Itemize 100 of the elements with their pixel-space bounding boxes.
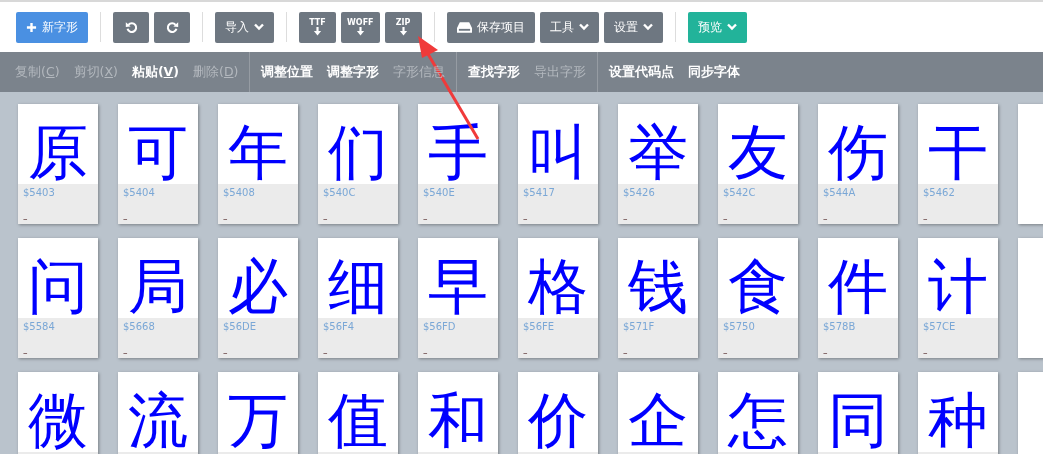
- glyph-card[interactable]: 食 $5750 –: [718, 238, 798, 358]
- glyph-code: $5417: [523, 187, 556, 198]
- glyph-card[interactable]: 原 $5403 –: [18, 104, 98, 224]
- down-arrow-icon: [398, 27, 408, 36]
- glyph-name: –: [223, 214, 228, 224]
- glyph-card[interactable]: 们 $540C –: [318, 104, 398, 224]
- glyph-code: $5668: [123, 321, 156, 332]
- glyph-character: 和: [428, 389, 488, 452]
- glyph-character: 企: [628, 389, 688, 452]
- glyph-code: $571F: [623, 321, 656, 332]
- glyph-name: –: [423, 214, 428, 224]
- glyph-name: –: [123, 348, 128, 358]
- glyph-card[interactable]: 伤 $544A –: [818, 104, 898, 224]
- glyph-character: 微: [28, 389, 88, 452]
- glyph-card[interactable]: 万: [218, 372, 298, 454]
- redo-icon: [164, 20, 180, 34]
- glyph-code: $544A: [823, 187, 857, 198]
- glyph-code: $542C: [723, 187, 757, 198]
- glyph-card[interactable]: 细 $56F4 –: [318, 238, 398, 358]
- glyph-character: 手: [428, 121, 488, 184]
- glyph-code: $5584: [23, 321, 56, 332]
- glyph-card[interactable]: 叫 $5417 –: [518, 104, 598, 224]
- dropdown-button[interactable]: 导入: [215, 11, 274, 43]
- redo-button[interactable]: [154, 11, 190, 43]
- glyph-character: 伤: [828, 121, 888, 184]
- glyph-name: –: [723, 348, 728, 358]
- action-button[interactable]: 调整字形: [320, 63, 387, 81]
- action-button[interactable]: 查找字形: [461, 63, 528, 81]
- download-button[interactable]: TTF: [299, 11, 336, 43]
- glyph-character: 们: [328, 121, 388, 184]
- glyph-character: 格: [528, 255, 588, 318]
- glyph-card[interactable]: 怎: [718, 372, 798, 454]
- glyph-name: –: [323, 214, 328, 224]
- glyph-card[interactable]: 手 $540E –: [418, 104, 498, 224]
- glyph-card[interactable]: 种: [918, 372, 998, 454]
- glyph-card[interactable]: 微: [18, 372, 98, 454]
- glyph-character: 干: [928, 121, 988, 184]
- glyph-name: –: [323, 348, 328, 358]
- glyph-card[interactable]: 流: [118, 372, 198, 454]
- glyph-code: $540E: [423, 187, 456, 198]
- dropdown-button[interactable]: 设置: [603, 11, 663, 43]
- glyph-name: –: [823, 214, 828, 224]
- glyph-name: –: [23, 214, 28, 224]
- glyph-code: $56DE: [223, 321, 258, 332]
- glyph-name: –: [623, 214, 628, 224]
- glyph-character: 叫: [528, 121, 588, 184]
- action-button[interactable]: 粘贴(V): [124, 63, 186, 81]
- drive-icon: [456, 20, 472, 34]
- download-button[interactable]: ZIP: [384, 11, 422, 43]
- glyph-code: $5403: [23, 187, 56, 198]
- toolbar-button[interactable]: 保存项目: [446, 11, 535, 43]
- glyph-character: 早: [428, 255, 488, 318]
- glyph-name: –: [623, 348, 628, 358]
- glyph-card[interactable]: 企: [618, 372, 698, 454]
- glyph-card[interactable]: 局 $5668 –: [118, 238, 198, 358]
- glyph-card[interactable]: 值: [318, 372, 398, 454]
- glyph-card[interactable]: 计 $57CE –: [918, 238, 998, 358]
- glyph-card[interactable]: 钱 $571F –: [618, 238, 698, 358]
- glyph-card[interactable]: 年 $5408 –: [218, 104, 298, 224]
- glyph-card[interactable]: 举 $5426 –: [618, 104, 698, 224]
- glyph-card[interactable]: 价: [518, 372, 598, 454]
- action-button[interactable]: 设置代码点: [602, 63, 682, 81]
- dropdown-button[interactable]: 工具: [539, 11, 599, 43]
- glyph-character: 同: [828, 389, 888, 452]
- glyph-card[interactable]: 件 $578B –: [818, 238, 898, 358]
- down-arrow-icon: [355, 27, 365, 36]
- glyph-code: $5462: [923, 187, 956, 198]
- glyph-card[interactable]: 可 $5404 –: [118, 104, 198, 224]
- glyph-card[interactable]: 干 $5462 –: [918, 104, 998, 224]
- caret-icon: [726, 23, 737, 31]
- glyph-card[interactable]: 同: [818, 372, 898, 454]
- glyph-card[interactable]: 必 $56DE –: [218, 238, 298, 358]
- glyph-name: –: [523, 348, 528, 358]
- glyph-character: 钱: [628, 255, 688, 318]
- glyph-code: $5408: [223, 187, 256, 198]
- glyph-card[interactable]: 问 $5584 –: [18, 238, 98, 358]
- glyph-name: –: [923, 348, 928, 358]
- download-button[interactable]: WOFF: [341, 11, 380, 43]
- glyph-character: 怎: [728, 389, 788, 452]
- action-button[interactable]: 同步字体: [681, 63, 748, 81]
- glyph-character: 举: [628, 121, 688, 184]
- glyph-card[interactable]: 早 $56FD –: [418, 238, 498, 358]
- caret-icon: [578, 23, 589, 31]
- glyph-card[interactable]: 格 $56FE –: [518, 238, 598, 358]
- glyph-name: –: [123, 214, 128, 224]
- undo-button[interactable]: [113, 11, 149, 43]
- glyph-character: 细: [328, 255, 388, 318]
- glyph-character: 件: [828, 255, 888, 318]
- glyph-code: $5404: [123, 187, 156, 198]
- glyph-code: $578B: [823, 321, 857, 332]
- action-button[interactable]: 调整位置: [254, 63, 321, 81]
- glyph-code: $56F4: [323, 321, 356, 332]
- glyph-character: 必: [228, 255, 288, 318]
- undo-icon: [123, 20, 139, 34]
- glyph-character: 年: [228, 121, 288, 184]
- glyph-card[interactable]: 和: [418, 372, 498, 454]
- plus-icon: [26, 21, 37, 33]
- glyph-card[interactable]: 友 $542C –: [718, 104, 798, 224]
- glyph-character: 可: [128, 121, 188, 184]
- glyph-code: $56FE: [523, 321, 556, 332]
